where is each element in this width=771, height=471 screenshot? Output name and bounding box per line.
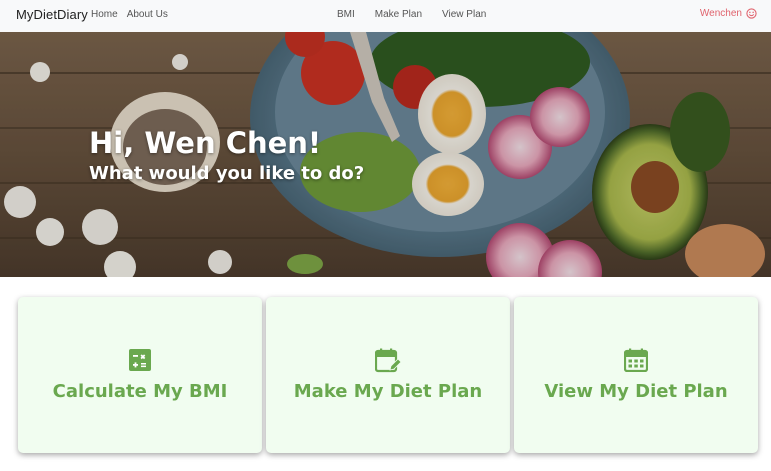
nav-link-view-plan[interactable]: View Plan — [442, 9, 486, 20]
calculator-icon — [128, 348, 152, 377]
nav-link-make-plan[interactable]: Make Plan — [375, 9, 422, 20]
smiley-face-icon — [746, 8, 757, 19]
user-name: Wenchen — [699, 8, 742, 19]
calendar-edit-icon — [374, 348, 402, 379]
nav-link-home[interactable]: Home — [91, 9, 118, 20]
nav-link-bmi[interactable]: BMI — [337, 9, 355, 20]
nav-left-links: Home About Us — [91, 9, 168, 20]
make-diet-plan-card[interactable]: Make My Diet Plan — [266, 297, 510, 453]
nav-center-links: BMI Make Plan View Plan — [337, 9, 486, 20]
hero-greeting: Hi, Wen Chen! — [89, 126, 322, 160]
calculate-bmi-card[interactable]: Calculate My BMI — [18, 297, 262, 453]
hero-subtitle: What would you like to do? — [89, 163, 365, 184]
hero-banner: Hi, Wen Chen! What would you like to do? — [0, 32, 771, 277]
view-diet-plan-label: View My Diet Plan — [544, 381, 728, 402]
calendar-icon — [623, 348, 649, 377]
navbar: MyDietDiary Home About Us BMI Make Plan … — [0, 0, 771, 32]
make-diet-plan-label: Make My Diet Plan — [293, 381, 483, 402]
nav-link-about-us[interactable]: About Us — [127, 9, 168, 20]
brand-logo[interactable]: MyDietDiary — [16, 7, 88, 22]
user-menu[interactable]: Wenchen — [700, 8, 757, 19]
view-diet-plan-card[interactable]: View My Diet Plan — [514, 297, 758, 453]
calculate-bmi-label: Calculate My BMI — [52, 381, 228, 402]
